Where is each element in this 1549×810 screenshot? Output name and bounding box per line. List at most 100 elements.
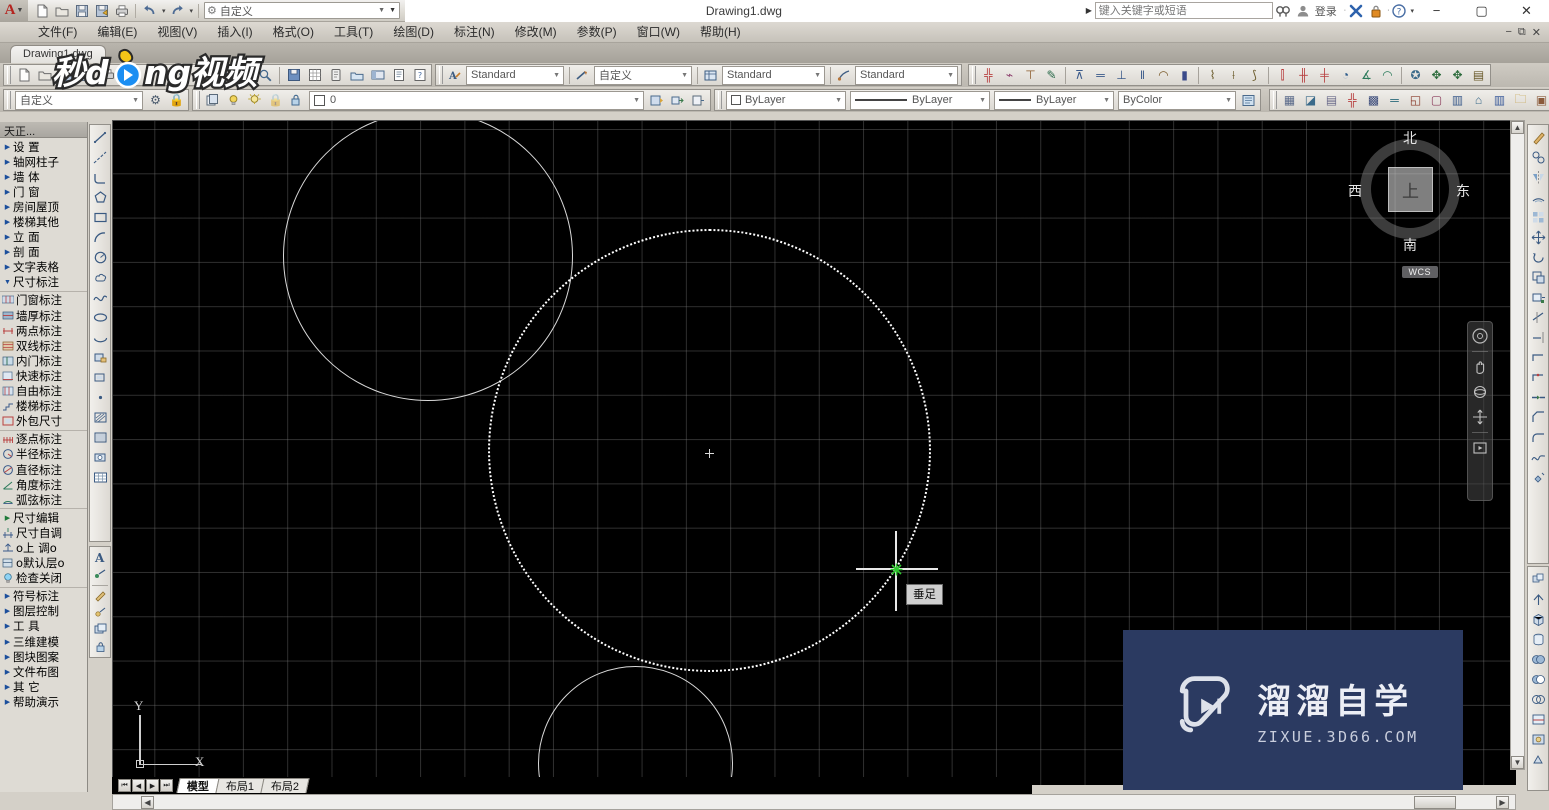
menu-parametric[interactable]: 参数(P) [567, 22, 627, 43]
chevron-down-icon[interactable]: ▾ [190, 7, 194, 15]
menu-tools[interactable]: 工具(T) [324, 22, 383, 43]
palette-item-block-pattern[interactable]: ▶ 图块图案 [0, 649, 87, 664]
orbit-icon[interactable] [1470, 382, 1490, 402]
workspace-switcher[interactable]: ⚙ 自定义 ▼ ▼ [204, 2, 401, 19]
chevron-down-icon[interactable]: ▼ [132, 97, 139, 104]
showmotion-icon[interactable] [1470, 438, 1490, 458]
wall-dim-icon[interactable]: ⊤ [1020, 65, 1041, 85]
break-at-point-icon[interactable] [1528, 367, 1548, 387]
spline-icon[interactable] [90, 287, 110, 307]
markup-icon[interactable] [325, 65, 346, 85]
align-mid-icon[interactable]: ═ [1090, 65, 1111, 85]
3d-array-icon[interactable] [1528, 569, 1548, 589]
prev-tab-button[interactable]: ◀ [132, 779, 145, 792]
dim-style-combo[interactable]: 自定义 ▼ [594, 65, 692, 85]
column-grid-icon[interactable]: ▩ [1363, 90, 1384, 110]
palette-item-diameter-dim[interactable]: 直径标注 [0, 462, 87, 477]
first-tab-button[interactable]: ⏮ [118, 779, 131, 792]
construction-line-icon[interactable] [90, 147, 110, 167]
linetype-combo[interactable]: ByLayer ▼ [850, 90, 990, 110]
hscroll-thumb[interactable] [1414, 795, 1456, 809]
zoom-previous-icon[interactable] [255, 65, 276, 85]
elevation-icon[interactable]: ◪ [1300, 90, 1321, 110]
layer-state-icon[interactable] [688, 90, 709, 110]
chevron-down-icon[interactable]: ▼ [681, 72, 688, 79]
maximize-button[interactable]: ▢ [1459, 0, 1504, 22]
menu-modify[interactable]: 修改(M) [505, 22, 567, 43]
palette-item-dim-edit[interactable]: ▶ 尺寸编辑 [0, 510, 87, 525]
menu-format[interactable]: 格式(O) [263, 22, 324, 43]
palette-item-room-roof[interactable]: ▶ 房间屋顶 [0, 199, 87, 214]
arc-dim-icon[interactable]: ◠ [1377, 65, 1398, 85]
table-style-icon[interactable] [701, 66, 720, 85]
security-lock-icon[interactable] [1366, 1, 1386, 21]
stair-icon[interactable]: ▥ [1489, 90, 1510, 110]
plot-icon[interactable] [97, 65, 118, 85]
palette-item-axis-column[interactable]: ▶ 轴网柱子 [0, 154, 87, 169]
door-icon[interactable]: ◱ [1405, 90, 1426, 110]
revcloud-icon[interactable] [90, 267, 110, 287]
palette-item-upper-adjust[interactable]: o上 调o [0, 540, 87, 555]
navigation-bar[interactable] [1467, 321, 1493, 501]
palette-item-symbol-dim[interactable]: ▶ 符号标注 [0, 589, 87, 604]
chevron-down-icon[interactable]: ▼ [1225, 97, 1232, 104]
pan-icon[interactable] [192, 65, 213, 85]
radius-dim-icon[interactable]: ◔ [1335, 65, 1356, 85]
palette-item-check-close[interactable]: 检查关闭 [0, 571, 87, 586]
match-properties-icon[interactable] [90, 604, 110, 621]
new-icon[interactable] [13, 65, 34, 85]
redo-icon[interactable] [169, 3, 186, 19]
vertical-scrollbar[interactable]: ▲ ▼ [1510, 120, 1525, 770]
make-block-icon[interactable] [90, 367, 110, 387]
layer-icon[interactable] [90, 621, 110, 638]
palette-item-door-window-dim[interactable]: 门窗标注 [0, 293, 87, 308]
menu-view[interactable]: 视图(V) [147, 22, 207, 43]
sheet-set-icon[interactable] [304, 65, 325, 85]
palette-item-help-demo[interactable]: ▶ 帮助演示 [0, 694, 87, 709]
viewcube-east-label[interactable]: 东 [1456, 181, 1470, 201]
align-dist-icon[interactable]: ‖ [1132, 65, 1153, 85]
blend-curves-icon[interactable] [1528, 447, 1548, 467]
dim-edit-icon[interactable]: ✎ [1041, 65, 1062, 85]
toolbar-grip[interactable] [718, 91, 722, 109]
save-as-icon[interactable] [93, 3, 110, 19]
move2-icon[interactable]: ✥ [1447, 65, 1468, 85]
grid-icon[interactable]: ╬ [1342, 90, 1363, 110]
array-icon[interactable] [1528, 207, 1548, 227]
ellipse-icon[interactable] [90, 307, 110, 327]
text-style-icon[interactable]: A [445, 66, 464, 85]
3d-move-icon[interactable] [1528, 589, 1548, 609]
workspace-settings-icon[interactable]: ⚙ [145, 90, 166, 110]
doc-restore-button[interactable]: ⧉ [1518, 26, 1526, 39]
last-tab-button[interactable]: ⏭ [160, 779, 173, 792]
scroll-up-button[interactable]: ▲ [1511, 121, 1524, 134]
hatch-icon[interactable] [90, 407, 110, 427]
undo-icon[interactable] [141, 3, 158, 19]
layer-combo[interactable]: 0 ▼ [309, 90, 644, 110]
gradient-icon[interactable] [90, 427, 110, 447]
tab-layout1[interactable]: 布局1 [215, 778, 265, 793]
layer-properties-icon[interactable] [202, 90, 223, 110]
visualstyle-icon[interactable] [1528, 749, 1548, 769]
stretch-icon[interactable] [1528, 287, 1548, 307]
document-tab[interactable]: Drawing1.dwg [10, 45, 106, 63]
palette-item-stair-other[interactable]: ▶ 楼梯其他 [0, 214, 87, 229]
rotate-icon[interactable] [1528, 247, 1548, 267]
viewcube-top-face[interactable]: 上 [1388, 167, 1433, 212]
doc-close-button[interactable]: ✕ [1532, 26, 1541, 39]
dimension-style-icon[interactable] [90, 566, 110, 583]
pan-icon[interactable] [1470, 357, 1490, 377]
scale-icon[interactable] [1528, 267, 1548, 287]
layer-previous-icon[interactable] [646, 90, 667, 110]
section-icon[interactable]: ▤ [1321, 90, 1342, 110]
palette-item-free-dim[interactable]: 自由标注 [0, 384, 87, 399]
viewcube-west-label[interactable]: 西 [1348, 181, 1362, 201]
viewcube-south-label[interactable]: 南 [1403, 235, 1417, 255]
mleader-style-combo[interactable]: Standard ▼ [855, 65, 958, 85]
tab-model[interactable]: 模型 [176, 778, 220, 793]
palette-item-door-window[interactable]: ▶ 门 窗 [0, 184, 87, 199]
insert-block-icon[interactable] [90, 347, 110, 367]
palette-item-wall[interactable]: ▶ 墙 体 [0, 169, 87, 184]
chevron-down-icon[interactable]: ▼ [1103, 97, 1110, 104]
modify-pencil-icon[interactable] [1528, 127, 1548, 147]
